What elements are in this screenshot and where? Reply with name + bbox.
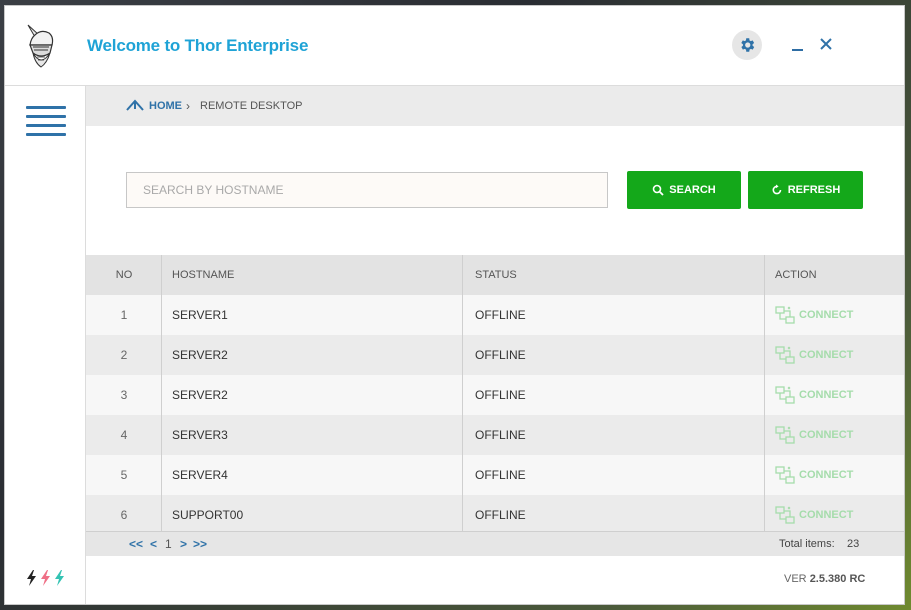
breadcrumb: HOME › REMOTE DESKTOP: [86, 86, 904, 126]
hamburger-menu-icon[interactable]: [26, 106, 66, 136]
row-number: 2: [120, 348, 128, 362]
search-button[interactable]: SEARCH: [627, 171, 741, 209]
table-header: NO HOSTNAME STATUS ACTION: [86, 255, 904, 295]
column-header-status: STATUS: [475, 269, 517, 281]
row-hostname: SERVER2: [172, 388, 228, 402]
total-items-label: Total items:: [779, 538, 835, 550]
sidebar: [5, 86, 86, 604]
app-title: Welcome to Thor Enterprise: [87, 36, 309, 55]
current-page-number[interactable]: 1: [165, 537, 172, 551]
minimize-button[interactable]: [790, 34, 804, 54]
chevron-right-icon: ›: [186, 99, 190, 113]
home-icon[interactable]: [126, 98, 144, 112]
search-button-label: SEARCH: [669, 184, 716, 196]
row-hostname: SERVER1: [172, 308, 228, 322]
breadcrumb-home-link[interactable]: HOME: [149, 100, 182, 112]
pagination-bar: << < 1 > >> Total items: 23: [86, 531, 904, 556]
row-hostname: SERVER2: [172, 348, 228, 362]
version-info: VER 2.5.380 RC: [784, 573, 865, 585]
table-body: 1 SERVER1 OFFLINE CONNECT 2 SERVER2 OFFLINE CON…: [86, 295, 904, 531]
first-page-button[interactable]: <<: [129, 537, 143, 551]
row-number: 6: [120, 508, 128, 522]
version-label: VER: [784, 573, 807, 585]
search-icon: [652, 184, 664, 196]
connect-icon: [775, 466, 795, 484]
close-button[interactable]: [818, 36, 834, 52]
row-hostname: SUPPORT00: [172, 508, 244, 522]
connect-button[interactable]: CONNECT: [775, 426, 853, 444]
app-window: Welcome to Thor Enterprise HOME › REMOTE…: [5, 6, 904, 604]
row-number: 3: [120, 388, 128, 402]
row-status: OFFLINE: [475, 348, 526, 362]
connect-icon: [775, 306, 795, 324]
row-action: CONNECT: [775, 495, 853, 531]
table-row: 3 SERVER2 OFFLINE CONNECT: [86, 375, 904, 415]
connect-label: CONNECT: [799, 509, 854, 521]
row-action: CONNECT: [775, 375, 853, 415]
column-header-action: ACTION: [775, 269, 817, 281]
last-page-button[interactable]: >>: [193, 537, 207, 551]
hosts-table: NO HOSTNAME STATUS ACTION 1 SERVER1 OFFLIN…: [86, 255, 904, 531]
connect-label: CONNECT: [799, 389, 854, 401]
row-status: OFFLINE: [475, 388, 526, 402]
connect-label: CONNECT: [799, 309, 854, 321]
table-row: 1 SERVER1 OFFLINE CONNECT: [86, 295, 904, 335]
gear-icon: [741, 38, 755, 52]
column-header-no: NO: [115, 269, 133, 281]
settings-button[interactable]: [732, 30, 762, 60]
row-status: OFFLINE: [475, 308, 526, 322]
row-action: CONNECT: [775, 455, 853, 495]
column-divider: [462, 255, 463, 531]
title-bar: Welcome to Thor Enterprise: [5, 6, 904, 86]
row-hostname: SERVER4: [172, 468, 228, 482]
search-input[interactable]: [126, 172, 608, 208]
connect-button[interactable]: CONNECT: [775, 386, 853, 404]
connect-icon: [775, 426, 795, 444]
close-icon: [820, 38, 832, 50]
table-row: 2 SERVER2 OFFLINE CONNECT: [86, 335, 904, 375]
row-status: OFFLINE: [475, 508, 526, 522]
table-row: 6 SUPPORT00 OFFLINE CONNECT: [86, 495, 904, 531]
table-row: 4 SERVER3 OFFLINE CONNECT: [86, 415, 904, 455]
lightning-bolts-icon: [27, 570, 64, 586]
row-number: 5: [120, 468, 128, 482]
version-value: 2.5.380 RC: [809, 573, 866, 585]
breadcrumb-current: REMOTE DESKTOP: [200, 100, 303, 112]
column-divider: [764, 255, 765, 531]
refresh-icon: [772, 184, 782, 195]
connect-button[interactable]: CONNECT: [775, 466, 853, 484]
prev-page-button[interactable]: <: [150, 537, 157, 551]
row-action: CONNECT: [775, 295, 853, 335]
connect-label: CONNECT: [799, 429, 854, 441]
connect-icon: [775, 346, 795, 364]
table-row: 5 SERVER4 OFFLINE CONNECT: [86, 455, 904, 495]
row-number: 4: [120, 428, 128, 442]
row-action: CONNECT: [775, 415, 853, 455]
connect-label: CONNECT: [799, 469, 854, 481]
connect-icon: [775, 506, 795, 524]
row-action: CONNECT: [775, 335, 853, 375]
connect-icon: [775, 386, 795, 404]
total-items-value: 23: [847, 538, 860, 550]
refresh-button-label: REFRESH: [787, 184, 841, 196]
connect-button[interactable]: CONNECT: [775, 506, 853, 524]
connect-button[interactable]: CONNECT: [775, 346, 853, 364]
row-hostname: SERVER3: [172, 428, 228, 442]
connect-button[interactable]: CONNECT: [775, 306, 853, 324]
row-number: 1: [120, 308, 128, 322]
row-status: OFFLINE: [475, 468, 526, 482]
connect-label: CONNECT: [799, 349, 854, 361]
refresh-button[interactable]: REFRESH: [748, 171, 863, 209]
row-status: OFFLINE: [475, 428, 526, 442]
column-divider: [161, 255, 162, 531]
next-page-button[interactable]: >: [180, 537, 187, 551]
thor-logo-icon: [27, 24, 54, 68]
column-header-hostname: HOSTNAME: [172, 269, 235, 281]
